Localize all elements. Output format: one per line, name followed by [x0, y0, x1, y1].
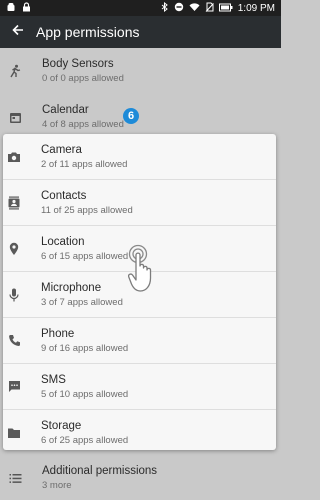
permission-item-contacts[interactable]: Contacts 11 of 25 apps allowed — [3, 180, 276, 226]
phone-icon — [3, 334, 25, 347]
permission-count: 0 of 0 apps allowed — [42, 73, 124, 84]
page-title: App permissions — [36, 24, 140, 40]
location-icon — [3, 242, 25, 256]
permission-label: Microphone — [41, 281, 102, 294]
permission-label: Location — [41, 235, 85, 248]
permission-label: SMS — [41, 373, 66, 386]
tap-hand-icon — [127, 244, 170, 301]
lock-icon — [22, 2, 31, 15]
permission-count: 2 of 11 apps allowed — [41, 158, 128, 170]
arrow-back-icon — [11, 23, 25, 42]
permission-label: Storage — [41, 419, 82, 432]
permission-count: 3 of 7 apps allowed — [41, 296, 123, 308]
battery-icon — [218, 3, 233, 15]
app-bar: App permissions — [0, 16, 281, 48]
no-sim-icon — [205, 2, 214, 15]
permission-count: 11 of 25 apps allowed — [41, 204, 133, 216]
dnd-icon — [174, 2, 184, 15]
permission-count: 4 of 8 apps allowed — [42, 119, 124, 130]
permission-count: 5 of 10 apps allowed — [41, 388, 129, 400]
list-icon — [0, 473, 30, 484]
status-bar: 1:09 PM — [0, 0, 281, 16]
additional-permissions-item[interactable]: Additional permissions 3 more — [0, 456, 281, 500]
permission-label: Contacts — [41, 189, 87, 202]
calendar-icon — [0, 111, 30, 124]
permission-count: 6 of 25 apps allowed — [41, 434, 129, 446]
additional-permissions-count: 3 more — [42, 480, 72, 491]
bluetooth-icon — [161, 1, 169, 15]
back-button[interactable] — [2, 23, 34, 42]
wifi-icon — [189, 2, 200, 15]
camera-icon — [3, 151, 25, 163]
permission-count: 9 of 16 apps allowed — [41, 342, 129, 354]
folder-icon — [3, 427, 25, 439]
permission-item-camera[interactable]: Camera 2 of 11 apps allowed — [3, 134, 276, 180]
permission-label: Calendar — [42, 104, 89, 116]
background-permission-list: Body Sensors 0 of 0 apps allowed Calenda… — [0, 48, 281, 140]
sms-icon — [3, 380, 25, 393]
run-icon — [0, 64, 30, 78]
permission-item-body-sensors[interactable]: Body Sensors 0 of 0 apps allowed — [0, 48, 281, 94]
permission-item-sms[interactable]: SMS 5 of 10 apps allowed — [3, 364, 276, 410]
additional-permissions-label: Additional permissions — [42, 465, 158, 477]
permission-label: Phone — [41, 327, 75, 340]
android-icon — [6, 2, 16, 15]
mic-icon — [3, 288, 25, 302]
status-time: 1:09 PM — [237, 3, 275, 14]
permission-label: Body Sensors — [42, 58, 114, 70]
permission-count: 6 of 15 apps allowed — [41, 250, 129, 262]
contacts-icon — [3, 196, 25, 210]
permission-item-phone[interactable]: Phone 9 of 16 apps allowed — [3, 318, 276, 364]
permission-item-storage[interactable]: Storage 6 of 25 apps allowed — [3, 410, 276, 450]
step-badge: 6 — [123, 108, 139, 124]
permission-label: Camera — [41, 143, 82, 156]
